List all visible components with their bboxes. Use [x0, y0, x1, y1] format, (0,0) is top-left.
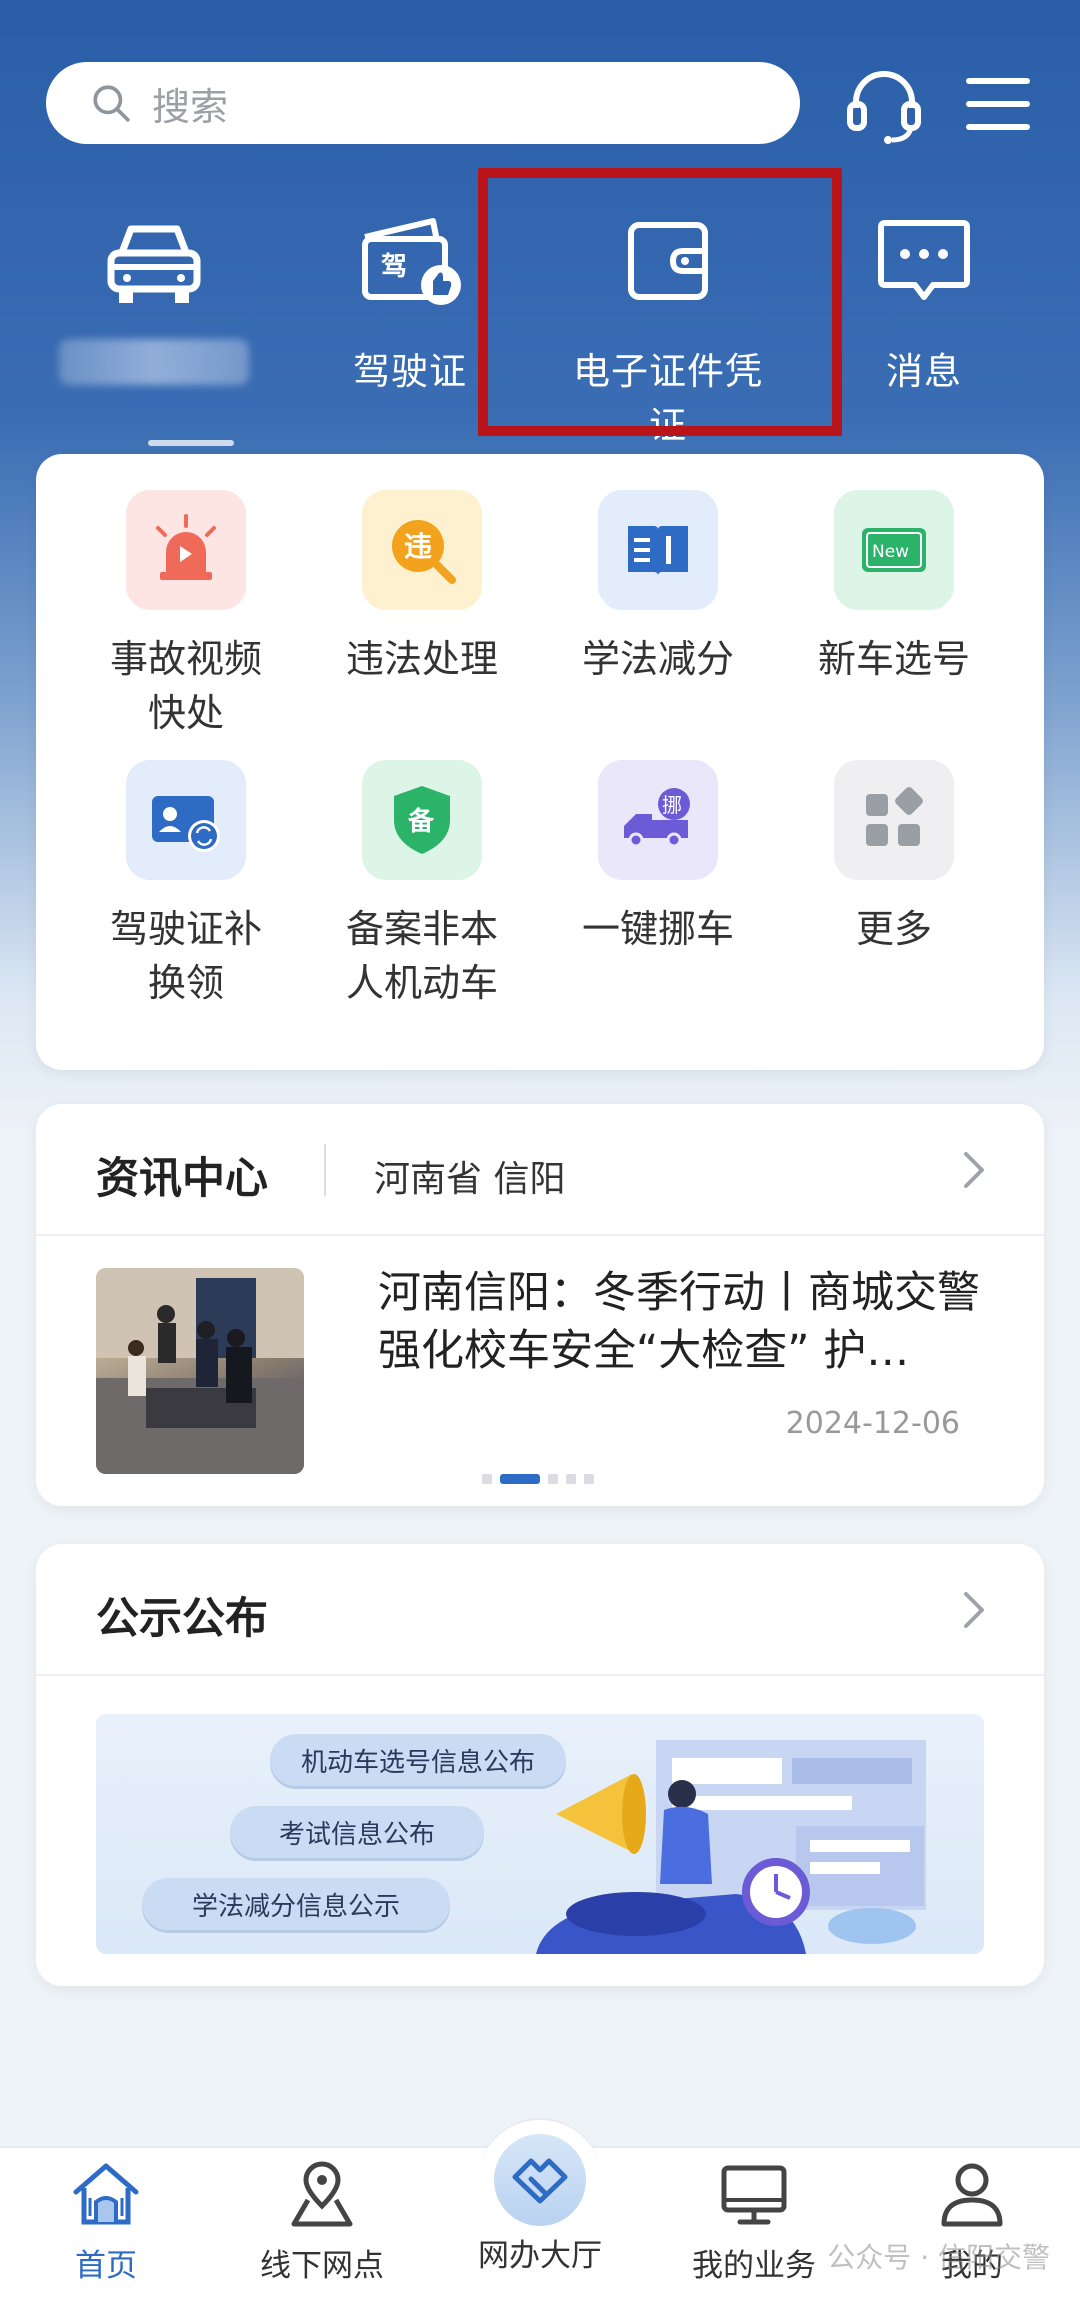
service-more[interactable]: 更多	[776, 760, 1012, 956]
carousel-dot	[566, 1474, 576, 1484]
service-label: 违法处理	[345, 637, 498, 681]
carousel-dot-active	[500, 1474, 540, 1484]
notice-pill-exam[interactable]: 考试信息公布	[230, 1806, 484, 1858]
user-icon	[936, 2158, 1008, 2230]
notice-pill-study[interactable]: 学法减分信息公示	[142, 1878, 450, 1930]
news-card: 资讯中心 河南省 信阳 河南信阳：冬季行动丨商城交警强化校车安全“大检查” 护……	[36, 1104, 1044, 1506]
notice-title: 公示公布	[96, 1594, 268, 1644]
new-plate-icon: New	[834, 490, 954, 610]
tab-online-hall[interactable]: 网办大厅	[440, 2230, 640, 2275]
search-placeholder: 搜索	[152, 84, 229, 129]
highlight-box	[478, 168, 842, 436]
violation-icon: 违	[362, 490, 482, 610]
location-icon	[286, 2158, 358, 2230]
quick-nav-label: 消息	[886, 350, 962, 393]
news-header[interactable]: 资讯中心 河南省 信阳	[36, 1104, 1044, 1236]
siren-icon	[126, 490, 246, 610]
service-label: 一键挪车	[581, 907, 734, 951]
book-icon	[598, 490, 718, 610]
vehicle-label-obscured	[59, 339, 249, 385]
license-swap-icon	[126, 760, 246, 880]
tab-home[interactable]: 首页	[6, 2158, 206, 2285]
service-move-car[interactable]: 挪 一键挪车	[540, 760, 776, 956]
notice-header[interactable]: 公示公布	[36, 1544, 1044, 1676]
scroll-indicator	[148, 440, 234, 446]
carousel-dot	[548, 1474, 558, 1484]
headset-icon[interactable]	[842, 62, 926, 146]
driving-license-icon: 驾	[355, 205, 465, 315]
tab-label: 网办大厅	[478, 2238, 602, 2274]
menu-icon[interactable]	[958, 62, 1038, 146]
service-violation[interactable]: 违 违法处理	[304, 490, 540, 686]
svg-text:驾: 驾	[381, 252, 407, 282]
service-study-deduction[interactable]: 学法减分	[540, 490, 776, 686]
news-region: 河南省 信阳	[374, 1159, 566, 1200]
watermark: 公众号 · 信阳交警	[827, 2241, 1050, 2274]
notice-card: 公示公布 机动车选号信息公布 考试信息公布 学法减分信息公示	[36, 1544, 1044, 1986]
carousel-indicator	[482, 1474, 594, 1484]
service-label: 事故视频 快处	[109, 637, 262, 735]
divider	[324, 1144, 326, 1196]
more-grid-icon	[834, 760, 954, 880]
news-thumbnail[interactable]	[96, 1268, 304, 1474]
tab-label: 我的业务	[692, 2248, 816, 2284]
service-label: 驾驶证补 换领	[109, 907, 262, 1005]
svg-text:违: 违	[404, 530, 432, 563]
notice-banner[interactable]: 机动车选号信息公布 考试信息公布 学法减分信息公示	[96, 1714, 984, 1954]
carousel-dot	[482, 1474, 492, 1484]
service-new-car-plate[interactable]: New 新车选号	[776, 490, 1012, 686]
tab-label: 线下网点	[260, 2248, 384, 2284]
monitor-icon	[718, 2158, 790, 2230]
svg-text:备: 备	[407, 807, 435, 837]
service-label: 新车选号	[817, 637, 970, 681]
announcement-illustration	[536, 1740, 926, 1954]
notice-pill-plate-selection[interactable]: 机动车选号信息公布	[270, 1734, 566, 1786]
svg-text:New: New	[872, 542, 909, 562]
carousel-dot	[584, 1474, 594, 1484]
search-icon	[93, 85, 130, 122]
service-label: 学法减分	[581, 637, 734, 681]
service-label: 更多	[855, 907, 932, 951]
chevron-right-icon[interactable]	[954, 1146, 994, 1194]
news-title: 资讯中心	[96, 1154, 268, 1204]
service-label: 备案非本 人机动车	[345, 907, 498, 1005]
tab-offline-outlets[interactable]: 线下网点	[222, 2158, 422, 2285]
quick-nav-vehicle[interactable]	[44, 205, 264, 425]
chevron-right-icon[interactable]	[954, 1586, 994, 1634]
home-icon	[70, 2158, 142, 2230]
quick-nav-messages[interactable]: 消息	[814, 205, 1034, 425]
car-icon	[99, 205, 209, 315]
news-date: 2024-12-06	[785, 1406, 960, 1441]
news-headline[interactable]: 河南信阳：冬季行动丨商城交警强化校车安全“大检查” 护…	[378, 1264, 998, 1380]
message-icon	[869, 205, 979, 315]
service-accident-video[interactable]: 事故视频 快处	[68, 490, 304, 740]
service-license-renewal[interactable]: 驾驶证补 换领	[68, 760, 304, 1010]
service-record-vehicle[interactable]: 备 备案非本 人机动车	[304, 760, 540, 1010]
svg-text:挪: 挪	[662, 793, 682, 817]
tab-my-business[interactable]: 我的业务	[654, 2158, 854, 2285]
hall-icon[interactable]	[494, 2134, 586, 2226]
shield-icon: 备	[362, 760, 482, 880]
services-card: 事故视频 快处 违 违法处理 学法减分 New 新车选号 驾驶证补 换领 备 备…	[36, 454, 1044, 1070]
tab-label: 首页	[75, 2248, 137, 2284]
search-bar[interactable]: 搜索	[46, 62, 800, 144]
tow-truck-icon: 挪	[598, 760, 718, 880]
